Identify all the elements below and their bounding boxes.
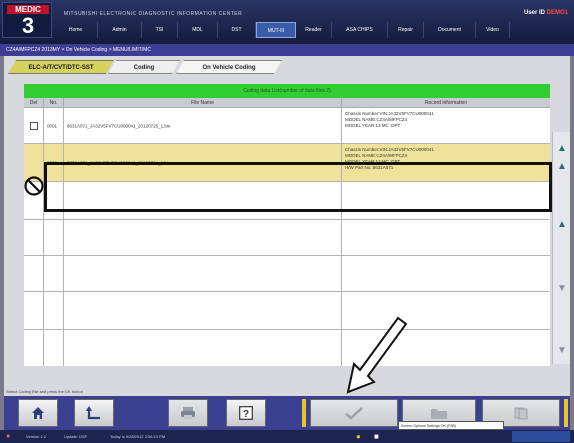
page-up-icon[interactable]: ▲ — [554, 218, 570, 232]
tab-dtc-sst[interactable]: ELC-A/T/CVT/DTC-SST — [8, 60, 114, 74]
medic-logo: MEDIC 3 — [2, 2, 52, 38]
system-tray — [512, 431, 570, 442]
version-label: Version 1.2 — [26, 434, 47, 439]
del-cell — [24, 220, 44, 255]
back-button[interactable] — [74, 399, 114, 427]
file-name: 8631A071_JA32V5FV7CU000041_20120725_1.bi… — [67, 123, 171, 128]
scroll-up-icon[interactable]: ▲ — [554, 160, 570, 174]
menu-item-tsi[interactable]: TSI — [142, 22, 178, 38]
menu-item-admin[interactable]: Admin — [98, 22, 142, 38]
tab-bar: ELC-A/T/CVT/DTC-SST Coding On Vehicle Co… — [8, 60, 568, 74]
svg-text:?: ? — [243, 409, 249, 420]
table-row[interactable]: 0001 8631A071_JA32V5FV7CU000041_20120725… — [24, 108, 550, 144]
record-cell — [342, 220, 550, 255]
update-label: Update: DSF — [64, 434, 88, 439]
no-cell — [44, 256, 64, 291]
table-row-empty — [24, 292, 550, 330]
table-row-empty — [24, 220, 550, 256]
app-title: MITSUBISHI ELECTRONIC DIAGNOSTIC INFORMA… — [64, 11, 243, 17]
menu-item-home[interactable]: Home — [54, 22, 98, 38]
list-scrollbar[interactable]: ▲ ▲ ▲ ▼ ▼ — [552, 132, 570, 364]
del-cell — [24, 330, 44, 366]
column-header-no: No. — [44, 98, 64, 107]
list-title: Coding data List(number of data files:2) — [24, 84, 550, 98]
record-cell — [342, 256, 550, 291]
no-cell — [44, 292, 64, 329]
file-cell — [64, 220, 342, 255]
home-button[interactable] — [18, 399, 58, 427]
coding-file-table: 0001 8631A071_JA32V5FV7CU000041_20120725… — [24, 108, 550, 366]
tab-coding[interactable]: Coding — [108, 60, 180, 74]
delete-files-icon — [514, 407, 528, 420]
status-bar: ● Version 1.2 Update: DSF Today is 9/28/… — [0, 430, 574, 443]
menu-item-video[interactable]: Video — [476, 22, 510, 38]
return-arrow-icon — [86, 406, 100, 420]
table-row-empty — [24, 330, 550, 366]
file-cell — [64, 330, 342, 366]
printer-icon — [181, 407, 195, 419]
no-entry-icon — [24, 176, 44, 196]
scroll-bottom-icon[interactable]: ▼ — [554, 344, 570, 358]
column-header-record-info: Record information — [424, 100, 468, 106]
column-header-file-name: File Name — [64, 98, 342, 107]
breadcrumb: CZ4A/MFPCZ4 2013MY > On Vehicle Coding >… — [0, 44, 574, 56]
file-cell — [64, 256, 342, 291]
logo-version: 3 — [21, 13, 35, 38]
no-cell — [44, 220, 64, 255]
tab-on-vehicle-coding[interactable]: On Vehicle Coding — [176, 60, 282, 74]
user-info: User ID DEMO1 — [524, 10, 568, 16]
menu-item-mut3[interactable]: MUT-III — [256, 22, 296, 38]
menu-item-document[interactable]: Document — [424, 22, 476, 38]
menu-item-dst[interactable]: DST — [218, 22, 256, 38]
warning-icon[interactable]: ● — [356, 430, 361, 443]
tooltip: Screen Options Settings OK (P8B) — [398, 421, 504, 430]
del-cell — [24, 292, 44, 329]
menu-item-asa-chips[interactable]: ASA CHIPS — [332, 22, 388, 38]
del-cell — [24, 108, 44, 143]
toolbar-divider — [302, 399, 306, 427]
page-down-icon[interactable]: ▼ — [554, 282, 570, 296]
menu-item-reader[interactable]: Reader — [296, 22, 332, 38]
table-header: Del No. File Name Record information — [24, 98, 550, 108]
record-cell: Chassis Number:VIN:JA32V5FV7CU000041 MOD… — [342, 108, 550, 143]
menu-item-mdl[interactable]: MDL — [178, 22, 218, 38]
help-button[interactable]: ? — [226, 399, 266, 427]
column-header-del: Del — [24, 98, 44, 107]
help-icon: ? — [239, 406, 253, 420]
main-panel: ELC-A/T/CVT/DTC-SST Coding On Vehicle Co… — [4, 56, 570, 388]
toolbar-divider — [564, 399, 568, 427]
instruction-text: Select Coding File and press the OK butt… — [4, 388, 570, 396]
user-id: DEMO1 — [546, 10, 568, 16]
datetime-label: Today is 9/28/2012 2:58:13 PM — [110, 434, 166, 439]
power-icon[interactable]: ● — [6, 430, 10, 443]
row-number: 0001 — [47, 123, 58, 128]
ok-button[interactable] — [310, 399, 398, 427]
delete-checkbox[interactable] — [30, 121, 38, 130]
scroll-top-icon[interactable]: ▲ — [554, 142, 570, 156]
record-line: MODEL YEAR:13 MC :DPT — [345, 123, 401, 128]
folder-icon — [431, 409, 447, 419]
record-info: Chassis Number:VIN:JA32V5FV7CU000041 MOD… — [345, 111, 434, 129]
no-cell: 0001 — [44, 108, 64, 143]
menu-item-repair[interactable]: Repair — [388, 22, 424, 38]
home-icon — [32, 407, 44, 419]
main-menu: Home Admin TSI MDL DST MUT-III Reader AS… — [54, 22, 566, 38]
user-label: User ID — [523, 10, 545, 16]
file-cell — [64, 292, 342, 329]
selection-highlight-box — [44, 162, 552, 212]
no-cell — [44, 330, 64, 366]
pointer-arrow-icon — [346, 316, 408, 394]
checkmark-icon — [345, 407, 363, 420]
table-row-empty — [24, 256, 550, 292]
file-cell: 8631A071_JA32V5FV7CU000041_20120725_1.bi… — [64, 108, 342, 143]
print-button[interactable] — [168, 399, 208, 427]
app-header: MEDIC 3 MITSUBISHI ELECTRONIC DIAGNOSTIC… — [0, 0, 574, 44]
tool-icon[interactable]: ■ — [374, 430, 379, 443]
del-cell — [24, 256, 44, 291]
